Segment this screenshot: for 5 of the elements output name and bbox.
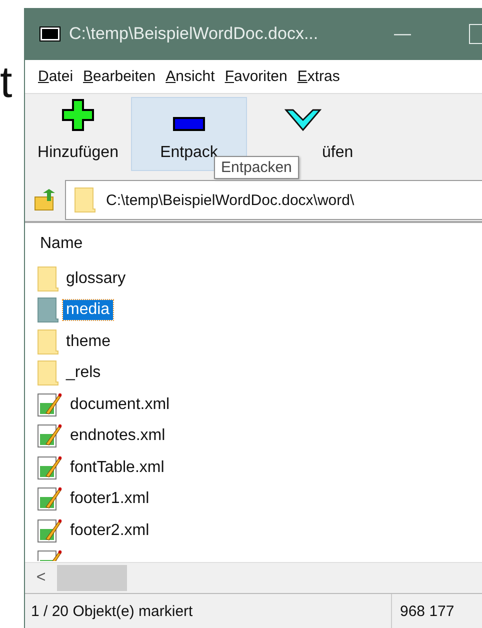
background-text: t: [0, 58, 12, 108]
window-title: C:\temp\BeispielWordDoc.docx...: [69, 24, 318, 44]
tooltip: Entpacken: [214, 156, 299, 179]
size-text: 968 177: [391, 594, 454, 628]
status-text: 1 / 20 Objekt(e) markiert: [30, 602, 194, 620]
